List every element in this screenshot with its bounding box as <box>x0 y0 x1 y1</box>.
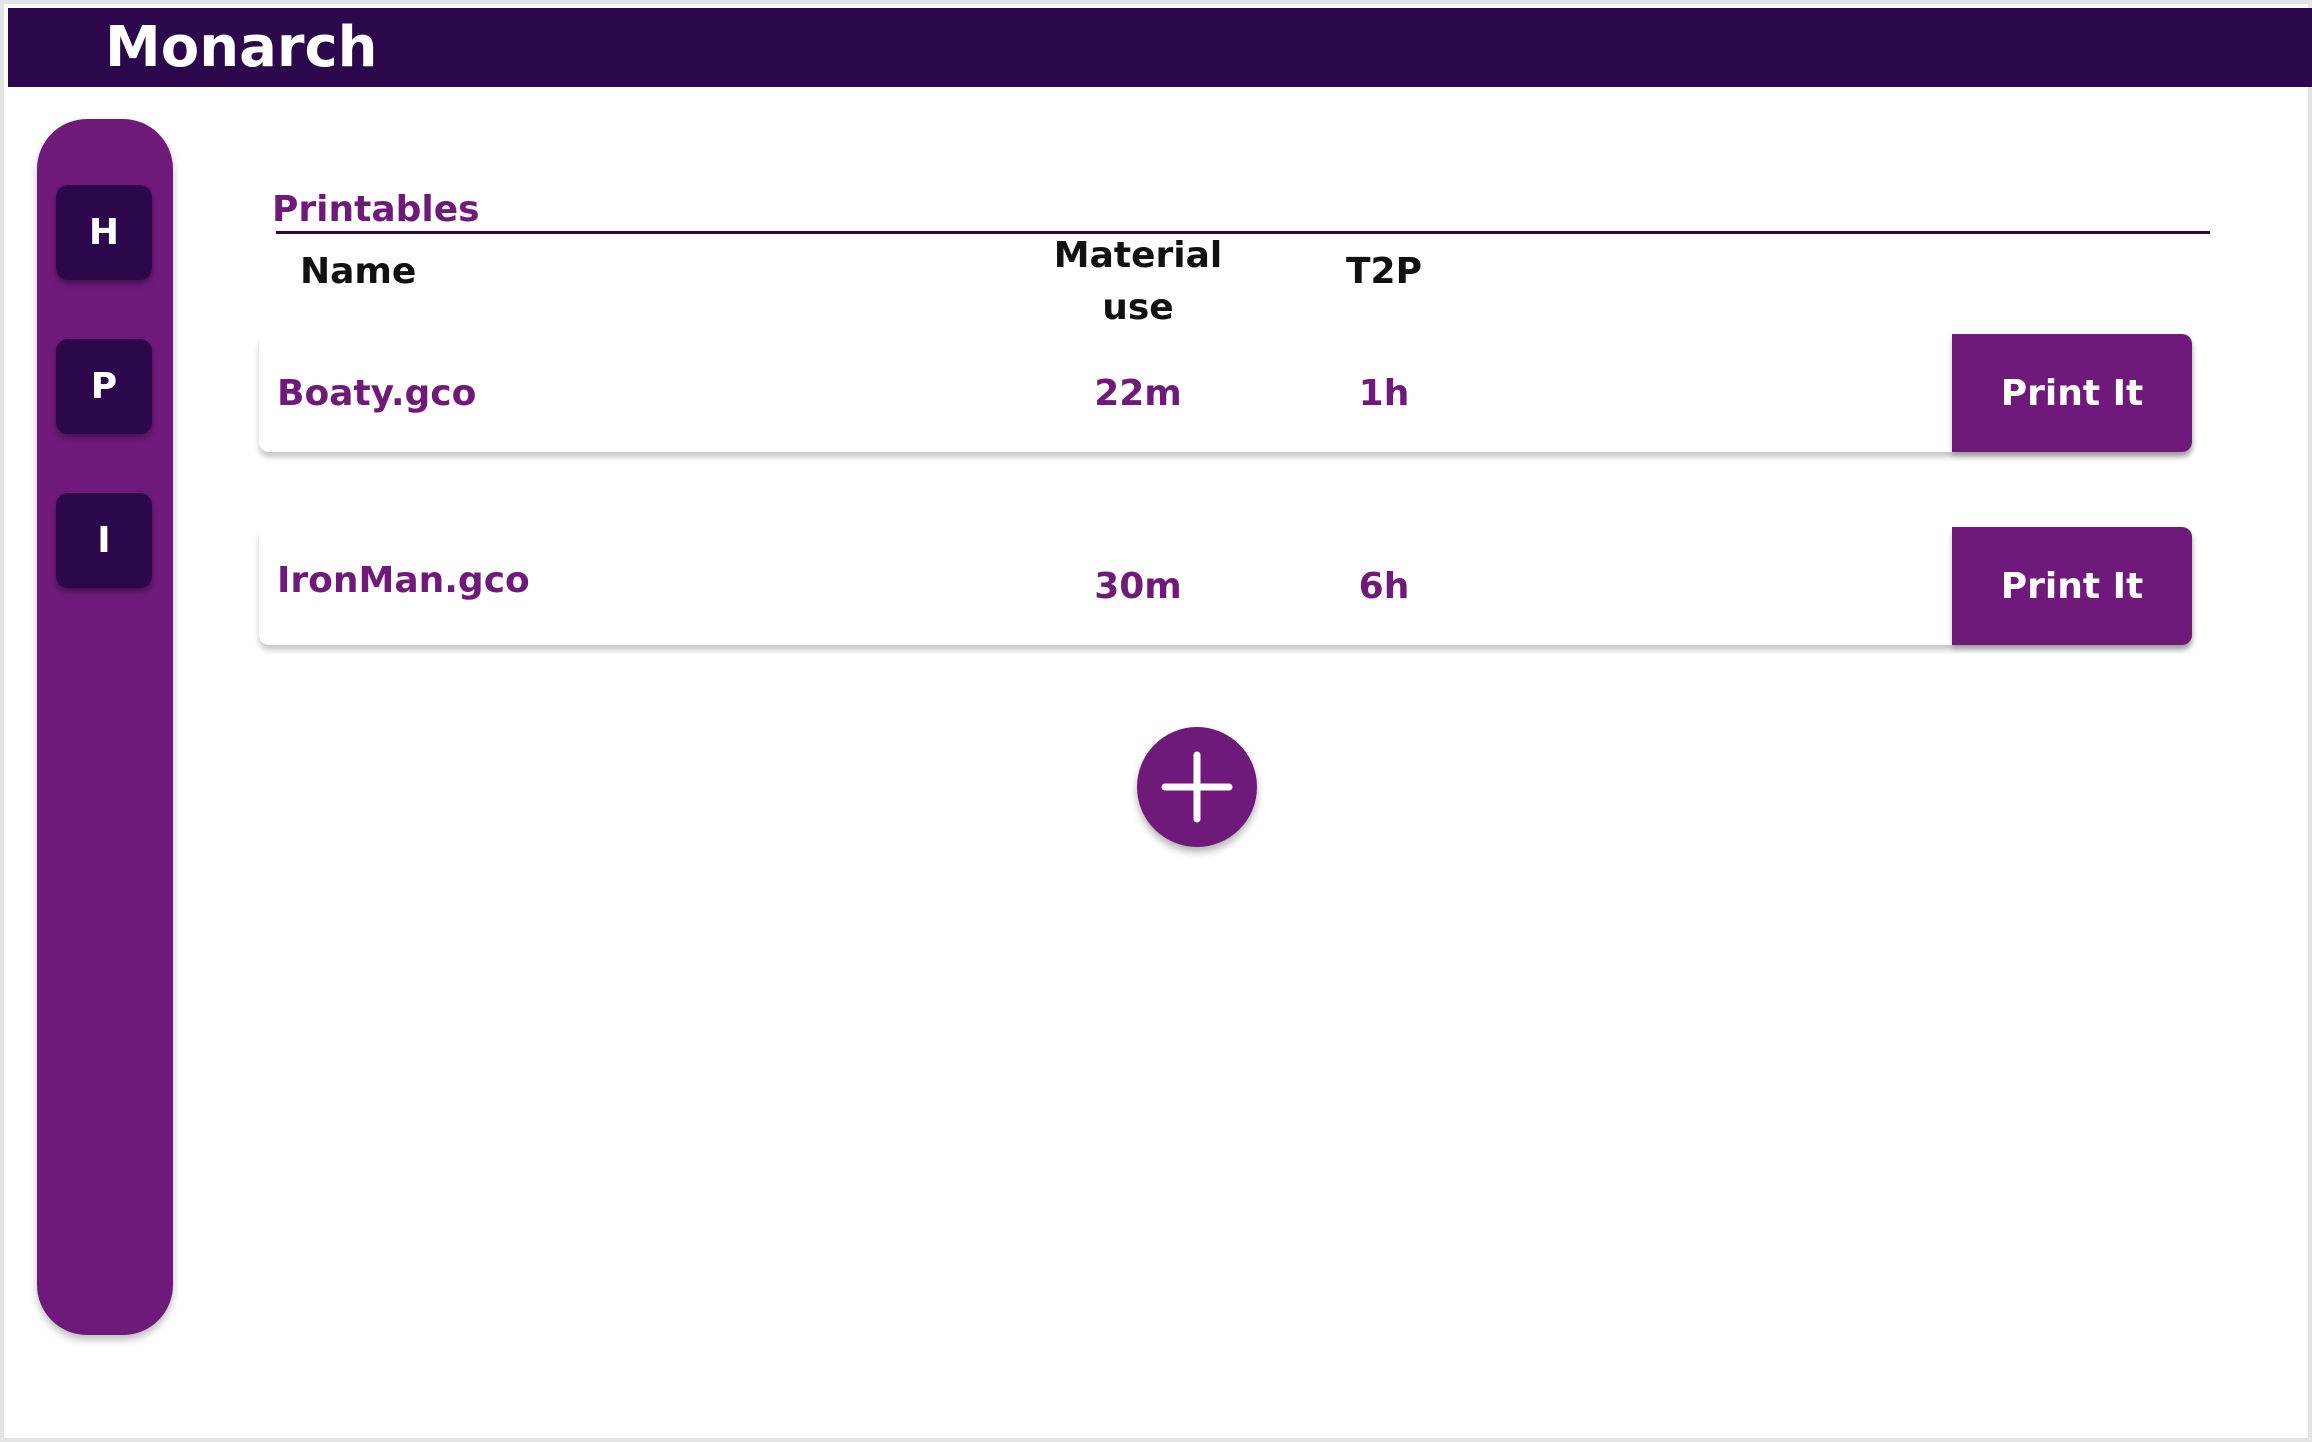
section-title: Printables <box>272 189 480 230</box>
sidebar-item-home[interactable]: H <box>56 185 152 280</box>
column-header-t2p: T2P <box>1346 251 1422 292</box>
row-time-to-print: 6h <box>1358 565 1410 607</box>
print-it-button[interactable]: Print It <box>1952 334 2192 452</box>
row-file-name: IronMan.gco <box>277 559 530 601</box>
section-divider <box>276 231 2210 234</box>
row-time-to-print: 1h <box>1358 372 1410 414</box>
add-printable-button[interactable] <box>1137 727 1257 847</box>
row-material-use: 22m <box>1094 372 1182 414</box>
print-it-button[interactable]: Print It <box>1952 527 2192 645</box>
table-row: IronMan.gco 30m 6h Print It <box>259 527 2192 645</box>
sidebar: H P I <box>37 119 173 1335</box>
column-header-name: Name <box>300 251 417 292</box>
row-material-use: 30m <box>1094 565 1182 607</box>
sidebar-item-printables[interactable]: P <box>56 339 152 434</box>
row-file-name: Boaty.gco <box>277 372 477 414</box>
sidebar-item-info[interactable]: I <box>56 493 152 588</box>
app-title: Monarch <box>105 15 378 80</box>
app-window: Monarch H P I Printables Name Material u… <box>0 0 2312 1442</box>
column-header-material-line2: use <box>1102 287 1174 328</box>
plus-icon <box>1161 751 1233 823</box>
column-header-material-line1: Material <box>1053 235 1223 276</box>
column-header-material: Material use <box>1038 230 1238 334</box>
table-row: Boaty.gco 22m 1h Print It <box>259 334 2192 452</box>
top-bar: Monarch <box>8 8 2312 87</box>
